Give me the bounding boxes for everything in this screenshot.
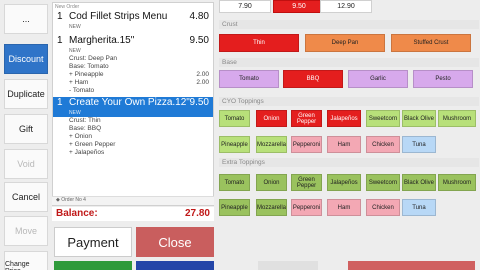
pos-screen: ... Discount Duplicate Gift Void Cancel … xyxy=(0,0,480,270)
modifier-line: + Onion xyxy=(53,133,213,141)
selected-order-line[interactable]: 1 Create Your Own Pizza.12" 9.50 xyxy=(53,97,213,110)
extra-chicken[interactable]: Chicken xyxy=(366,199,400,216)
modifier-line: + Ham 2.00 xyxy=(53,79,213,87)
base-section-header: Base xyxy=(219,58,479,67)
move-button[interactable]: Move xyxy=(4,216,48,246)
modifier-line: + Green Pepper xyxy=(53,141,213,149)
line-price: 4.80 xyxy=(189,11,209,22)
cyo-tomato[interactable]: Tomato xyxy=(219,110,250,127)
discount-button[interactable]: Discount xyxy=(4,44,48,74)
modifier-line: Base: BBQ xyxy=(53,125,213,133)
extra-sweetcorn[interactable]: Sweetcorn xyxy=(366,174,400,191)
line-name: Cod Fillet Strips Menu xyxy=(69,11,168,22)
modifier-text: + Pineapple xyxy=(69,71,104,78)
modifier-price: 2.00 xyxy=(196,71,209,78)
extra-ham[interactable]: Ham xyxy=(327,199,361,216)
modifier-text: Base: BBQ xyxy=(69,125,102,132)
extra-tomato[interactable]: Tomato xyxy=(219,174,250,191)
modifier-text: + Ham xyxy=(69,79,89,86)
crust-thin[interactable]: Thin xyxy=(219,34,299,52)
extra-mozzarella[interactable]: Mozzarella xyxy=(256,199,287,216)
green-bottom-button[interactable] xyxy=(54,261,132,270)
modifier-line: + Pineapple 2.00 xyxy=(53,71,213,79)
cyo-ham[interactable]: Ham xyxy=(327,136,361,153)
void-button[interactable]: Void xyxy=(4,149,48,179)
balance-row: Balance: 27.80 xyxy=(52,207,214,221)
modifier-line: + Jalapeños xyxy=(53,149,213,157)
modifier-line: Crust: Deep Pan xyxy=(53,55,213,63)
new-tag: NEW xyxy=(69,24,81,30)
modifier-text: Crust: Deep Pan xyxy=(69,55,118,62)
modifier-line: Crust: Thin xyxy=(53,117,213,125)
extra-tuna[interactable]: Tuna xyxy=(402,199,436,216)
cyo-section-header: CYO Toppings xyxy=(219,97,479,106)
base-garlic[interactable]: Garlic xyxy=(348,70,408,88)
order-line[interactable]: 1 Cod Fillet Strips Menu 4.80 xyxy=(53,11,213,24)
modifier-text: Base: Tomato xyxy=(69,63,109,70)
gift-button[interactable]: Gift xyxy=(4,114,48,144)
order-header: New Order xyxy=(55,4,80,10)
crust-deep-pan[interactable]: Deep Pan xyxy=(305,34,385,52)
modifier-price: 2.00 xyxy=(196,79,209,86)
base-pesto[interactable]: Pesto xyxy=(413,70,473,88)
base-tomato[interactable]: Tomato xyxy=(219,70,279,88)
extra-mushroom[interactable]: Mushroom xyxy=(438,174,476,191)
red-bottom-button[interactable] xyxy=(348,261,475,270)
size-button-small[interactable]: 7.90 xyxy=(219,0,271,13)
payment-button[interactable]: Payment xyxy=(54,227,132,257)
size-button-large[interactable]: 12.90 xyxy=(320,0,372,13)
order-number: ◆ Order No 4 xyxy=(52,196,214,205)
extra-pineapple[interactable]: Pineapple xyxy=(219,199,250,216)
modifier-text: Crust: Thin xyxy=(69,117,101,124)
line-qty: 1 xyxy=(57,35,63,46)
cyo-mozzarella[interactable]: Mozzarella xyxy=(256,136,287,153)
cyo-pepperoni[interactable]: Pepperoni xyxy=(291,136,322,153)
extra-black-olive[interactable]: Black Olive xyxy=(402,174,436,191)
modifier-line: Base: Tomato xyxy=(53,63,213,71)
extra-section-header: Extra Toppings xyxy=(219,158,479,167)
extra-green-pepper[interactable]: Green Pepper xyxy=(291,174,322,191)
cyo-chicken[interactable]: Chicken xyxy=(366,136,400,153)
more-button[interactable]: ... xyxy=(4,4,48,34)
cyo-sweetcorn[interactable]: Sweetcorn xyxy=(366,110,400,127)
line-qty: 1 xyxy=(57,97,63,108)
cyo-green-pepper[interactable]: Green Pepper xyxy=(291,110,322,127)
size-button-medium[interactable]: 9.50 xyxy=(273,0,325,13)
line-price: 9.50 xyxy=(189,97,209,108)
new-tag: NEW xyxy=(53,110,213,117)
modifier-line: - Tomato xyxy=(53,87,213,95)
base-bbq[interactable]: BBQ xyxy=(283,70,343,88)
modifier-text: + Jalapeños xyxy=(69,149,105,156)
balance-value: 27.80 xyxy=(184,208,210,219)
new-tag: NEW xyxy=(69,48,81,54)
extra-onion[interactable]: Onion xyxy=(256,174,287,191)
cyo-tuna[interactable]: Tuna xyxy=(402,136,436,153)
close-button[interactable]: Close xyxy=(136,227,214,257)
modifier-text: + Onion xyxy=(69,133,92,140)
cyo-black-olive[interactable]: Black Olive xyxy=(402,110,436,127)
extra-jalapenos[interactable]: Jalapeños xyxy=(327,174,361,191)
order-number-text: Order No 4 xyxy=(61,197,86,203)
duplicate-button[interactable]: Duplicate xyxy=(4,79,48,109)
gray-bottom-button[interactable] xyxy=(258,261,318,270)
modifier-text: + Green Pepper xyxy=(69,141,116,148)
order-line[interactable]: 1 Margherita.15" 9.50 xyxy=(53,35,213,48)
order-panel: New Order 1 Cod Fillet Strips Menu 4.80 … xyxy=(52,2,214,206)
blue-bottom-button[interactable] xyxy=(136,261,214,270)
cancel-button[interactable]: Cancel xyxy=(4,182,48,212)
change-price-button[interactable]: Change Price xyxy=(4,251,48,270)
cyo-mushroom[interactable]: Mushroom xyxy=(438,110,476,127)
modifier-text: - Tomato xyxy=(69,87,95,94)
cyo-jalapenos[interactable]: Jalapeños xyxy=(327,110,361,127)
balance-label: Balance: xyxy=(56,208,98,219)
cyo-onion[interactable]: Onion xyxy=(256,110,287,127)
line-name: Margherita.15" xyxy=(69,35,135,46)
crust-section-header: Crust xyxy=(219,20,479,29)
crust-stuffed[interactable]: Stuffed Crust xyxy=(391,34,471,52)
extra-pepperoni[interactable]: Pepperoni xyxy=(291,199,322,216)
line-qty: 1 xyxy=(57,11,63,22)
line-name: Create Your Own Pizza.12" xyxy=(69,97,190,108)
cyo-pineapple[interactable]: Pineapple xyxy=(219,136,250,153)
line-price: 9.50 xyxy=(189,35,209,46)
